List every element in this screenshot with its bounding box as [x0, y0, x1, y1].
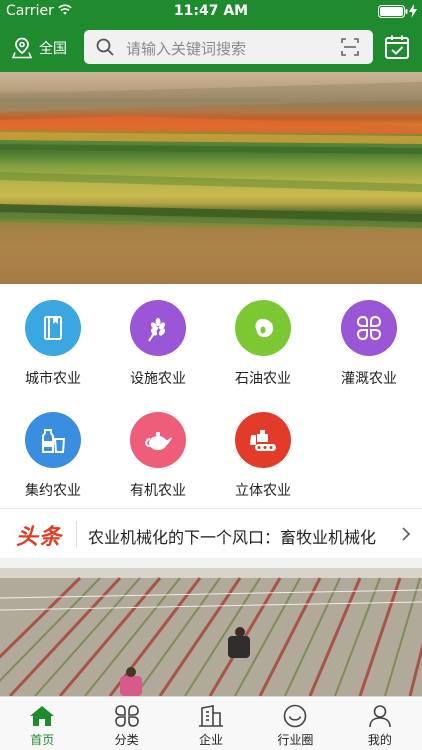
bean-icon — [255, 318, 274, 338]
category-label: 灌溉农业 — [341, 371, 397, 387]
tab-enterprise-label: 企业 — [199, 733, 224, 747]
smile-circle-icon — [284, 704, 307, 728]
clover-grid-icon — [356, 315, 382, 341]
profile-icon — [369, 705, 391, 728]
teapot-icon — [145, 432, 172, 450]
location-label: 全国 — [39, 41, 67, 57]
category-icon — [114, 705, 139, 727]
wheat-icon — [148, 318, 166, 342]
category-item[interactable]: 城市农业 — [0, 300, 106, 388]
banner-image — [0, 82, 422, 284]
search-placeholder: 请输入关键词搜索 — [126, 40, 247, 58]
category-label: 城市农业 — [25, 371, 81, 387]
header: Carrier 11:47 AM 全国 请输入关键词搜索 — [0, 0, 422, 72]
scan-icon[interactable] — [341, 38, 359, 56]
clock: 11:47 AM — [173, 3, 249, 19]
search-bar[interactable]: 请输入关键词搜索 — [84, 30, 373, 64]
category-icon-circle — [25, 412, 81, 468]
category-label: 集约农业 — [25, 483, 81, 499]
bulldozer-icon — [250, 430, 276, 451]
banner-carousel[interactable] — [0, 72, 422, 284]
location-selector[interactable]: 全国 — [12, 34, 67, 62]
category-label: 有机农业 — [130, 483, 186, 499]
tab-profile[interactable]: 我的 — [338, 697, 422, 750]
tab-category-label: 分类 — [114, 733, 139, 747]
category-item[interactable]: 设施农业 — [105, 300, 211, 388]
farm-field-image — [0, 568, 422, 696]
headline-text[interactable]: 农业机械化的下一个风口：畜牧业机械化 — [88, 524, 376, 548]
category-icon-circle — [235, 300, 291, 356]
tab-bar: 首页 分类 企业 行业圈 我的 — [0, 696, 422, 750]
tab-home[interactable]: 首页 — [0, 697, 84, 750]
battery-icon — [378, 5, 408, 18]
category-label: 立体农业 — [235, 483, 291, 499]
headline-tag: 头条 — [16, 525, 63, 550]
section-divider — [0, 558, 422, 568]
category-icon-circle — [341, 300, 397, 356]
category-icon-circle — [130, 412, 186, 468]
home-icon — [30, 706, 55, 726]
category-icon-circle — [130, 300, 186, 356]
charging-icon — [409, 4, 417, 18]
article-photo[interactable] — [0, 568, 422, 696]
app-screen: Carrier 11:47 AM 全国 请输入关键词搜索 城市农业 设施农业 石… — [0, 0, 422, 750]
tab-industry-circle-label: 行业圈 — [277, 733, 314, 747]
category-icon-circle — [235, 412, 291, 468]
chevron-right-icon[interactable] — [400, 526, 412, 542]
tab-category[interactable]: 分类 — [84, 697, 168, 750]
headline-divider — [76, 521, 77, 547]
category-item[interactable]: 有机农业 — [105, 412, 211, 500]
status-bar: Carrier 11:47 AM — [0, 0, 422, 22]
category-item[interactable]: 灌溉农业 — [316, 300, 422, 388]
category-item[interactable]: 集约农业 — [0, 412, 106, 500]
calendar-check-icon[interactable] — [384, 34, 410, 60]
tab-industry-circle[interactable]: 行业圈 — [253, 697, 337, 750]
category-item[interactable]: 立体农业 — [210, 412, 316, 500]
tab-profile-label: 我的 — [367, 733, 392, 747]
category-label: 设施农业 — [130, 371, 186, 387]
category-label: 石油农业 — [235, 371, 291, 387]
tab-home-label: 首页 — [30, 733, 55, 747]
search-icon — [96, 38, 114, 56]
headline-strip[interactable]: 头条 农业机械化的下一个风口：畜牧业机械化 — [0, 508, 422, 558]
bottle-cup-icon — [42, 429, 66, 453]
tab-enterprise[interactable]: 企业 — [169, 697, 253, 750]
category-icon-circle — [25, 300, 81, 356]
book-icon — [44, 316, 62, 340]
category-item[interactable]: 石油农业 — [210, 300, 316, 388]
location-pin-icon — [12, 37, 32, 59]
building-icon — [199, 705, 224, 727]
